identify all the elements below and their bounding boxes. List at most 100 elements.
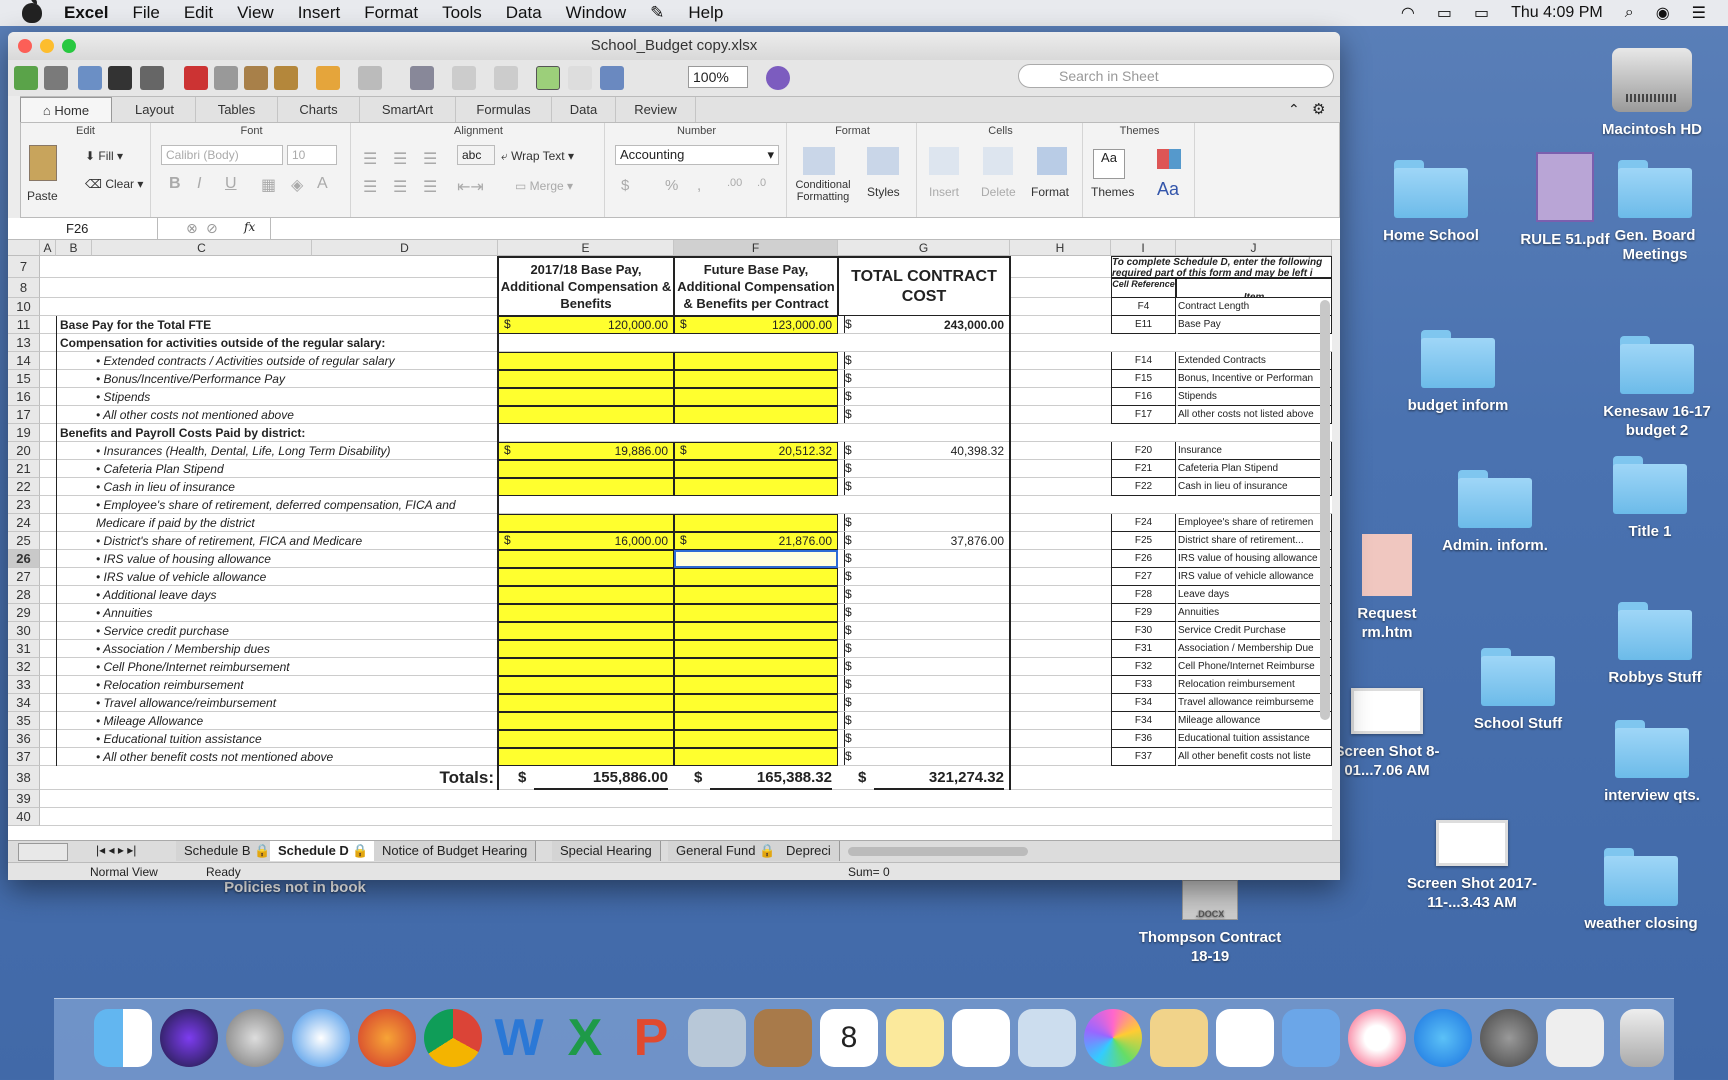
preview-icon[interactable] bbox=[1546, 1009, 1604, 1067]
paste-button[interactable]: Paste bbox=[27, 189, 58, 203]
calendar-icon[interactable]: 8 bbox=[820, 1009, 878, 1067]
row-header-29[interactable]: 29 bbox=[8, 604, 40, 622]
input-cell-e33[interactable] bbox=[498, 676, 674, 694]
input-cell-e36[interactable] bbox=[498, 730, 674, 748]
align-left-icon[interactable]: ☰ bbox=[363, 177, 377, 197]
powerpoint-icon[interactable]: P bbox=[622, 1009, 680, 1067]
format-painter-icon[interactable] bbox=[274, 66, 298, 90]
input-cell-e30[interactable] bbox=[498, 622, 674, 640]
fill-button[interactable]: ⬇ Fill ▾ bbox=[85, 149, 123, 163]
input-cell-f34[interactable] bbox=[674, 694, 838, 712]
column-header-b[interactable]: B bbox=[56, 240, 92, 256]
insert-cells-icon[interactable] bbox=[929, 147, 959, 175]
input-cell-f21[interactable] bbox=[674, 460, 838, 478]
input-cell-e34[interactable] bbox=[498, 694, 674, 712]
input-cell-f28[interactable] bbox=[674, 586, 838, 604]
desktop-icon-weather-closing[interactable]: weather closing bbox=[1566, 848, 1716, 933]
desktop-icon-admin-inform[interactable]: Admin. inform. bbox=[1420, 470, 1570, 555]
row-header-36[interactable]: 36 bbox=[8, 730, 40, 748]
row-header-21[interactable]: 21 bbox=[8, 460, 40, 478]
value-e20[interactable]: 19,886.00 bbox=[518, 442, 668, 460]
itunes-icon[interactable] bbox=[1348, 1009, 1406, 1067]
input-cell-e27[interactable] bbox=[498, 568, 674, 586]
enter-formula-icon[interactable]: ⊘ bbox=[206, 220, 218, 237]
desktop-icon-macintosh-hd[interactable]: Macintosh HD bbox=[1577, 48, 1727, 139]
sheet-tab-schedule-b[interactable]: Schedule B 🔒 bbox=[176, 841, 280, 861]
column-header-e[interactable]: E bbox=[498, 240, 674, 256]
input-cell-f30[interactable] bbox=[674, 622, 838, 640]
clear-button[interactable]: ⌫ Clear ▾ bbox=[85, 177, 143, 191]
menu-insert[interactable]: Insert bbox=[298, 3, 341, 23]
notes-icon[interactable] bbox=[886, 1009, 944, 1067]
percent-icon[interactable]: % bbox=[665, 177, 678, 194]
desktop-icon-thompson-contract[interactable]: .DOCX Thompson Contract 18-19 bbox=[1135, 880, 1285, 966]
delete-button[interactable]: Delete bbox=[981, 185, 1016, 199]
input-cell-f17[interactable] bbox=[674, 406, 838, 424]
cancel-formula-icon[interactable]: ⊗ bbox=[186, 220, 198, 237]
row-header-31[interactable]: 31 bbox=[8, 640, 40, 658]
row-header-37[interactable]: 37 bbox=[8, 748, 40, 766]
autosum-icon[interactable] bbox=[410, 66, 434, 90]
app-store-icon[interactable] bbox=[1414, 1009, 1472, 1067]
script-icon[interactable]: ✎ bbox=[650, 3, 664, 23]
column-header-j[interactable]: J bbox=[1176, 240, 1332, 256]
input-cell-f24[interactable] bbox=[674, 514, 838, 532]
delete-cells-icon[interactable] bbox=[983, 147, 1013, 175]
input-cell-e22[interactable] bbox=[498, 478, 674, 496]
zoom-select[interactable]: 100% bbox=[688, 66, 748, 88]
input-cell-f29[interactable] bbox=[674, 604, 838, 622]
input-cell-e16[interactable] bbox=[498, 388, 674, 406]
desktop-icon-request-form[interactable]: Request rm.htm bbox=[1332, 534, 1442, 642]
row-header-26[interactable]: 26 bbox=[8, 550, 40, 568]
row-header-8[interactable]: 8 bbox=[8, 278, 40, 298]
siri-icon[interactable]: ◉ bbox=[1656, 3, 1670, 23]
row-header-33[interactable]: 33 bbox=[8, 676, 40, 694]
horizontal-scrollbar[interactable] bbox=[848, 847, 1028, 856]
theme-fonts-button[interactable]: Aa bbox=[1157, 179, 1179, 200]
column-header-d[interactable]: D bbox=[312, 240, 498, 256]
menu-app[interactable]: Excel bbox=[64, 3, 108, 23]
align-center-icon[interactable]: ☰ bbox=[393, 177, 407, 197]
font-color-icon[interactable]: A bbox=[317, 175, 328, 193]
currency-icon[interactable]: $ bbox=[621, 177, 629, 194]
close-window-icon[interactable] bbox=[18, 39, 32, 53]
safari-icon[interactable] bbox=[292, 1009, 350, 1067]
spotlight-icon[interactable]: ⌕ bbox=[1625, 4, 1634, 22]
input-cell-f33[interactable] bbox=[674, 676, 838, 694]
siri-icon[interactable] bbox=[160, 1009, 218, 1067]
value-e25[interactable]: 16,000.00 bbox=[518, 532, 668, 550]
input-cell-f16[interactable] bbox=[674, 388, 838, 406]
tab-charts[interactable]: Charts bbox=[278, 97, 360, 123]
row-header-20[interactable]: 20 bbox=[8, 442, 40, 460]
paste-icon[interactable] bbox=[244, 66, 268, 90]
redo-icon[interactable] bbox=[358, 66, 382, 90]
battery-icon[interactable]: ▭ bbox=[1474, 3, 1489, 23]
row-header-39[interactable]: 39 bbox=[8, 790, 40, 808]
menu-tools[interactable]: Tools bbox=[442, 3, 482, 23]
contacts-icon[interactable] bbox=[754, 1009, 812, 1067]
themes-icon[interactable]: Aa bbox=[1093, 149, 1125, 179]
row-header-24[interactable]: 24 bbox=[8, 514, 40, 532]
wifi-icon[interactable]: ◠ bbox=[1401, 3, 1415, 23]
ribbon-gear-icon[interactable]: ⚙ bbox=[1312, 100, 1325, 118]
undo-icon[interactable] bbox=[316, 66, 340, 90]
conditional-formatting-icon[interactable] bbox=[803, 147, 835, 175]
menu-view[interactable]: View bbox=[237, 3, 274, 23]
vertical-scrollbar[interactable] bbox=[1320, 300, 1330, 720]
tab-formulas[interactable]: Formulas bbox=[456, 97, 552, 123]
row-header-34[interactable]: 34 bbox=[8, 694, 40, 712]
fx-icon[interactable]: fx bbox=[244, 220, 255, 234]
font-name-select[interactable]: Calibri (Body) bbox=[161, 145, 283, 165]
zoom-window-icon[interactable] bbox=[62, 39, 76, 53]
tab-smartart[interactable]: SmartArt bbox=[360, 97, 456, 123]
name-box[interactable]: F26 bbox=[8, 218, 158, 240]
menu-file[interactable]: File bbox=[132, 3, 159, 23]
row-header-27[interactable]: 27 bbox=[8, 568, 40, 586]
keynote-icon[interactable] bbox=[1282, 1009, 1340, 1067]
input-cell-e26[interactable] bbox=[498, 550, 674, 568]
input-cell-e17[interactable] bbox=[498, 406, 674, 424]
maps-icon[interactable] bbox=[1018, 1009, 1076, 1067]
search-in-sheet-input[interactable]: Search in Sheet bbox=[1018, 64, 1334, 88]
view-toggle-icon[interactable] bbox=[18, 843, 68, 861]
input-cell-e35[interactable] bbox=[498, 712, 674, 730]
